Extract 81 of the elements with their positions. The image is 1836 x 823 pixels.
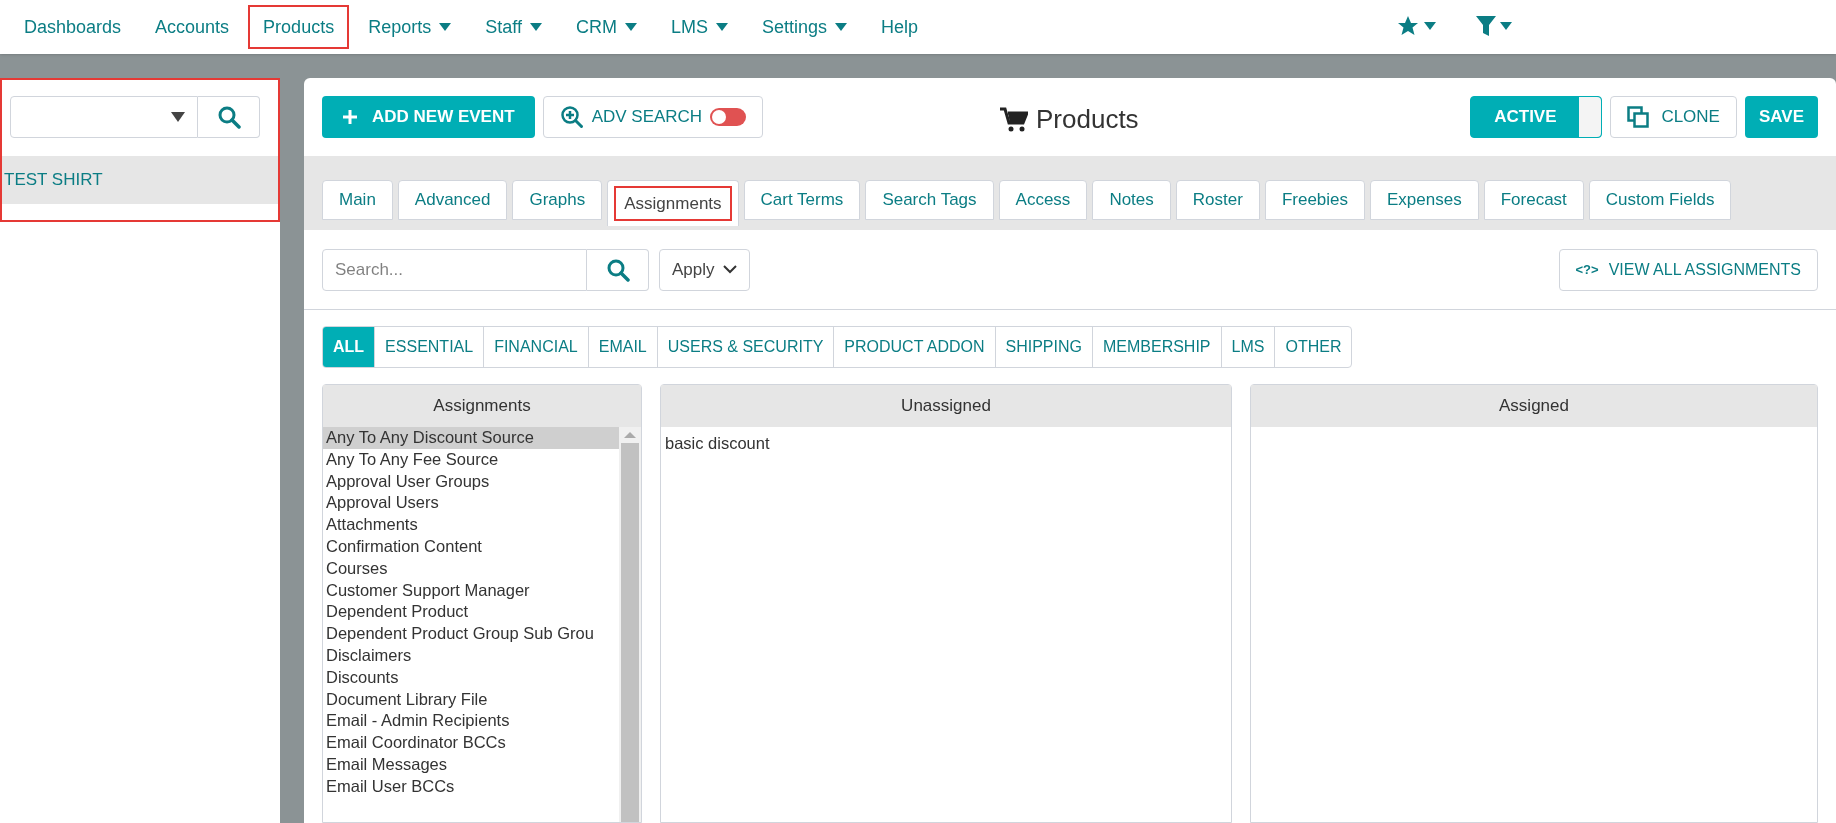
list-option[interactable]: Dependent Product Group Sub Grou <box>323 623 619 645</box>
caret-icon <box>171 112 185 122</box>
tab[interactable]: Notes <box>1092 180 1171 220</box>
list-option[interactable]: Document Library File <box>323 688 619 711</box>
search-field[interactable]: Search... <box>322 248 587 291</box>
toggle-switch[interactable] <box>710 108 747 126</box>
nav-link[interactable]: LMS <box>656 6 742 48</box>
nav-link[interactable]: Settings <box>747 6 861 48</box>
view-all-assignments-button[interactable]: <?> VIEW ALL ASSIGNMENTS <box>1558 248 1818 291</box>
tab[interactable]: Advanced <box>397 180 508 220</box>
list-option[interactable]: Any To Any Fee Source <box>323 448 619 471</box>
category-tab[interactable]: PRODUCT ADDON <box>834 327 996 367</box>
nav-link[interactable]: Dashboards <box>10 6 136 48</box>
category-tab[interactable]: MEMBERSHIP <box>1092 327 1222 367</box>
tab[interactable]: Custom Fields <box>1588 180 1732 220</box>
tab[interactable]: Expenses <box>1370 180 1479 220</box>
cart-icon <box>1000 106 1028 133</box>
column-header: Assignments <box>323 385 641 427</box>
zoom-in-icon <box>559 105 584 129</box>
list-option[interactable]: Confirmation Content <box>323 536 619 558</box>
nav-link[interactable]: CRM <box>561 6 651 48</box>
search-icon <box>605 257 630 282</box>
nav-link[interactable]: Staff <box>471 6 556 48</box>
list-option[interactable]: basic discount <box>661 431 1231 456</box>
category-tab[interactable]: ALL <box>323 327 376 367</box>
search-button[interactable] <box>587 248 649 291</box>
tab[interactable]: Assignments <box>607 180 739 226</box>
page-title: Products <box>1036 103 1139 136</box>
tab[interactable]: Forecast <box>1483 180 1584 220</box>
save-button[interactable]: SAVE <box>1744 96 1818 138</box>
search-icon <box>216 105 241 129</box>
active-toggle[interactable]: ACTIVE <box>1470 96 1603 138</box>
nav-link[interactable]: Reports <box>354 6 466 48</box>
tab[interactable]: Access <box>998 180 1088 220</box>
category-tab[interactable]: USERS & SECURITY <box>657 327 835 367</box>
tab[interactable]: Roster <box>1175 180 1260 220</box>
category-tab[interactable]: EMAIL <box>588 327 658 367</box>
list-option[interactable]: Approval User Groups <box>323 470 619 493</box>
nav-link[interactable]: Help <box>866 6 932 48</box>
category-tab[interactable]: LMS <box>1221 327 1276 367</box>
list-option[interactable]: Disclaimers <box>323 644 619 667</box>
add-event-button[interactable]: ADD NEW EVENT <box>322 96 535 138</box>
dropdown-field[interactable] <box>10 96 198 138</box>
category-tab[interactable]: OTHER <box>1275 327 1352 367</box>
tab[interactable]: Cart Terms <box>743 180 861 220</box>
list-option[interactable]: Email Coordinator BCCs <box>323 732 619 754</box>
category-tab[interactable]: SHIPPING <box>995 327 1093 367</box>
tab[interactable]: Main <box>322 180 393 220</box>
column-header: Assigned <box>1251 385 1817 427</box>
clone-button[interactable]: CLONE <box>1610 96 1737 138</box>
list-option[interactable]: Email Messages <box>323 753 619 776</box>
list-option[interactable]: Email - Admin Recipients <box>323 710 619 733</box>
nav-link[interactable]: Products <box>249 6 349 48</box>
caret-icon <box>1424 22 1436 30</box>
filter-icon <box>1476 15 1496 37</box>
nav-link[interactable]: Accounts <box>141 6 244 48</box>
adv-search-button[interactable]: ADV SEARCH <box>542 96 764 138</box>
list-option[interactable]: Approval Users <box>323 492 619 515</box>
list-option[interactable]: Attachments <box>323 514 619 536</box>
caret-icon <box>1500 22 1512 30</box>
tab[interactable]: Search Tags <box>865 180 994 220</box>
list-option[interactable]: Email User BCCs <box>323 775 619 798</box>
filter-button[interactable] <box>1476 14 1512 38</box>
copy-icon <box>1627 106 1650 128</box>
sidebar-item[interactable]: TEST SHIRT <box>0 156 280 204</box>
code-icon: <?> <box>1575 259 1599 280</box>
category-tab[interactable]: FINANCIAL <box>484 327 589 367</box>
apply-dropdown[interactable]: Apply <box>659 248 750 291</box>
list-option[interactable]: Any To Any Discount Source <box>323 427 619 449</box>
tab[interactable]: Graphs <box>512 180 603 220</box>
column-header: Unassigned <box>661 385 1231 427</box>
list-option[interactable]: Courses <box>323 557 619 580</box>
plus-icon <box>342 109 358 125</box>
list-option[interactable]: Dependent Product <box>323 601 619 624</box>
list-option[interactable]: Discounts <box>323 666 619 689</box>
category-tab[interactable]: ESSENTIAL <box>375 327 485 367</box>
scrollbar-thumb[interactable] <box>621 443 639 822</box>
list-option[interactable]: Customer Support Manager <box>323 579 619 602</box>
search-button[interactable] <box>198 96 260 138</box>
chevron-down-icon <box>722 265 737 274</box>
tab[interactable]: Freebies <box>1264 180 1365 220</box>
